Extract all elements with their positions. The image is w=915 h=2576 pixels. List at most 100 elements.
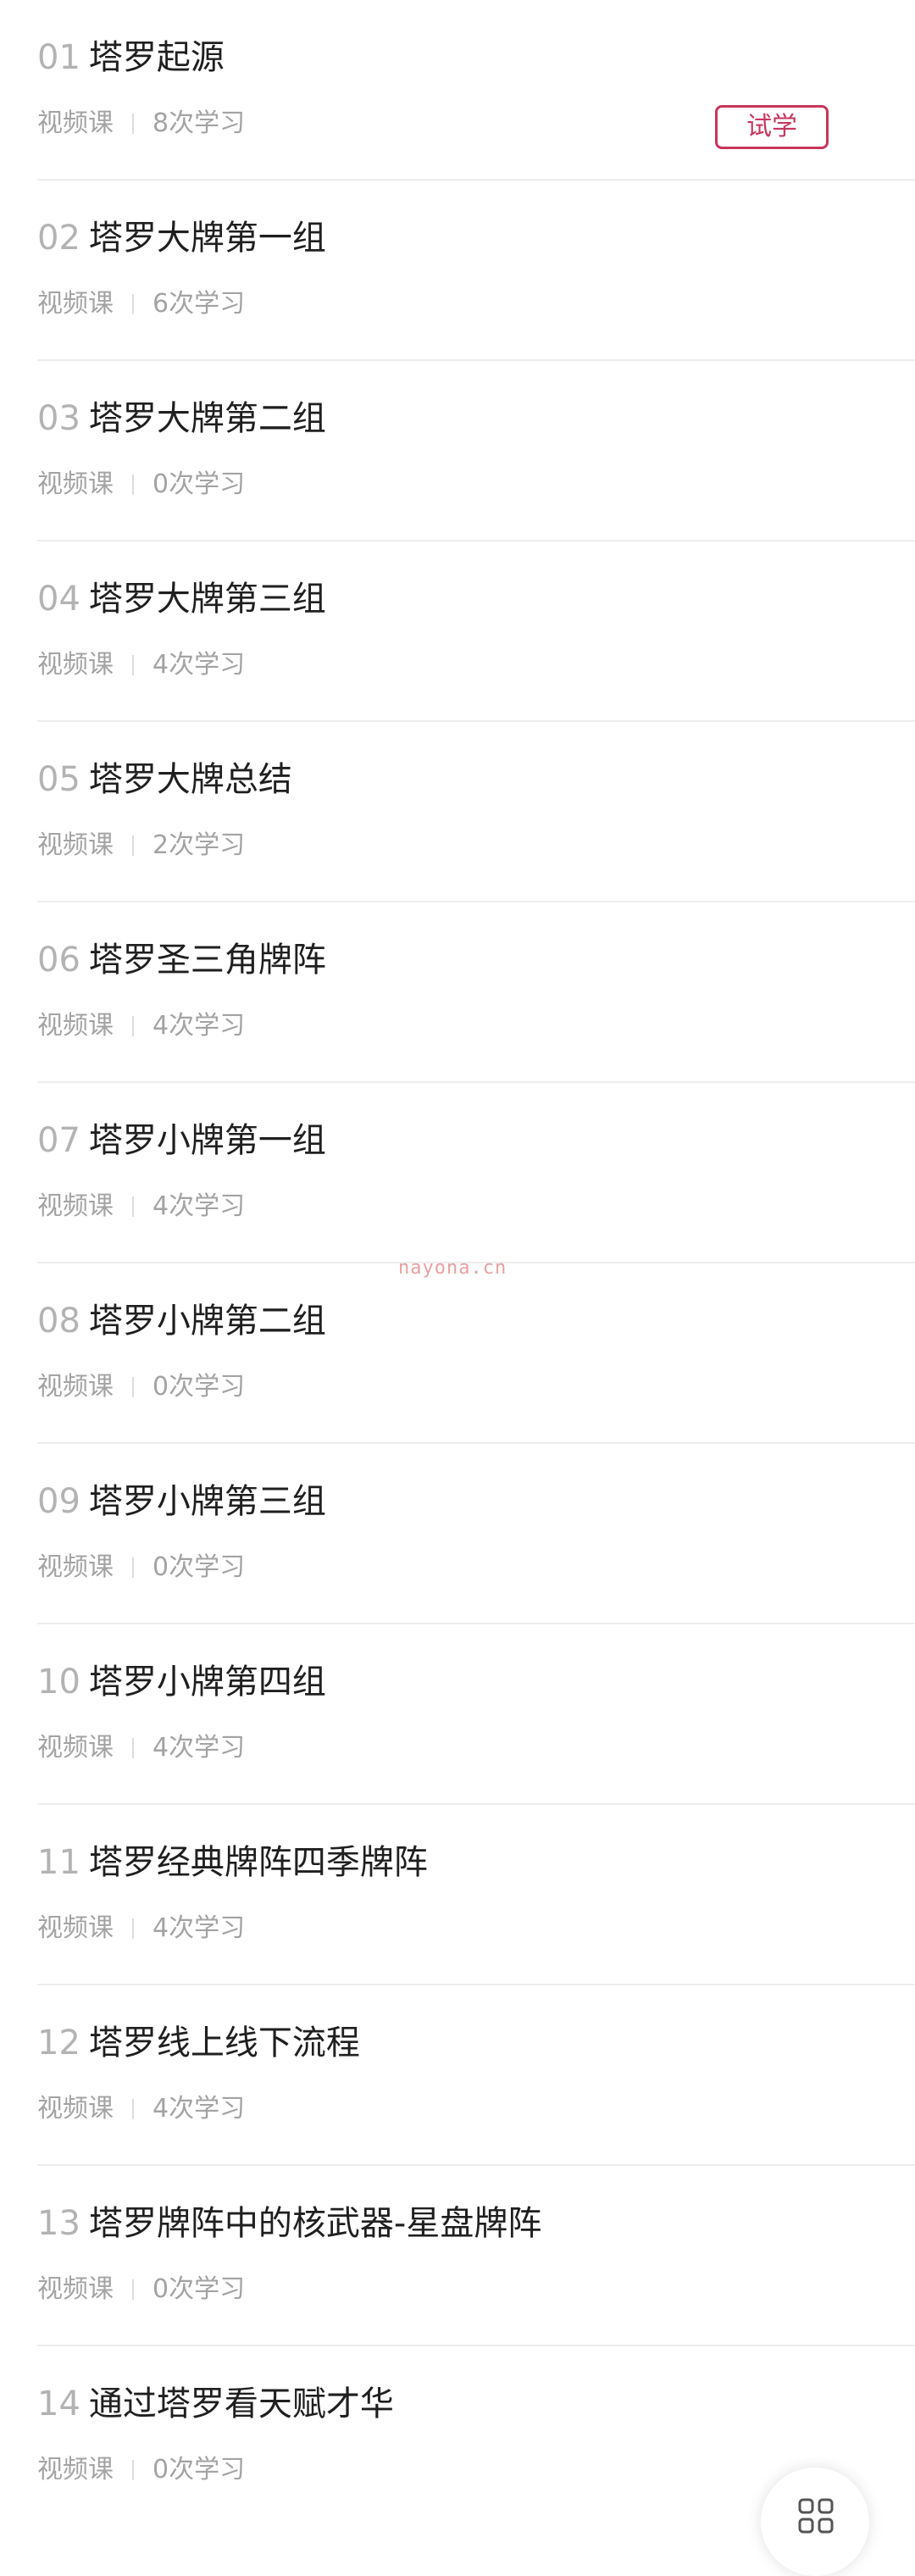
lesson-number: 08 [37,1302,80,1341]
lesson-item-01[interactable]: 01 塔罗起源 视频课 8次学习 试学 [0,0,915,180]
lesson-number: 02 [37,219,80,258]
lesson-views: 2次学习 [152,830,246,860]
lesson-type: 视频课 [37,1372,114,1402]
lesson-item-10[interactable]: 10 塔罗小牌第四组 视频课 4次学习 [0,1624,915,1805]
lesson-number: 04 [37,580,80,619]
lesson-number: 03 [37,399,80,438]
lesson-name: 塔罗大牌第一组 [88,219,326,258]
lesson-item-07[interactable]: 07 塔罗小牌第一组 视频课 4次学习 [0,1083,915,1263]
trial-button[interactable]: 试学 [715,105,829,149]
lesson-item-06[interactable]: 06 塔罗圣三角牌阵 视频课 4次学习 [0,902,915,1083]
lesson-views: 0次学习 [152,1552,246,1582]
lesson-type: 视频课 [37,1733,114,1763]
lesson-meta: 视频课 0次学习 [37,1370,245,1404]
lesson-type: 视频课 [37,2455,114,2484]
lesson-number: 11 [37,1843,80,1882]
meta-separator [132,1557,134,1578]
grid-menu-button[interactable] [761,2468,869,2576]
lesson-type: 视频课 [37,650,114,680]
lesson-name: 塔罗小牌第三组 [88,1482,326,1521]
lesson-views: 4次学习 [152,1191,246,1221]
lesson-title: 11 塔罗经典牌阵四季牌阵 [37,1840,428,1885]
meta-separator [132,2279,134,2300]
lesson-title: 06 塔罗圣三角牌阵 [37,938,326,982]
meta-separator [132,1918,134,1939]
lesson-item-03[interactable]: 03 塔罗大牌第二组 视频课 0次学习 [0,361,915,541]
lesson-title: 05 塔罗大牌总结 [37,758,292,802]
lesson-item-04[interactable]: 04 塔罗大牌第三组 视频课 4次学习 [0,541,915,722]
lesson-name: 塔罗牌阵中的核武器-星盘牌阵 [88,2204,542,2243]
lesson-type: 视频课 [37,469,114,499]
lesson-meta: 视频课 4次学习 [37,648,245,682]
lesson-item-08[interactable]: 08 塔罗小牌第二组 视频课 0次学习 [0,1263,915,1444]
meta-separator [132,1377,134,1397]
lesson-number: 01 [37,38,80,77]
lesson-number: 06 [37,941,80,980]
lesson-meta: 视频课 0次学习 [37,468,245,502]
lesson-views: 4次学习 [152,2094,246,2124]
lesson-name: 塔罗小牌第四组 [88,1663,326,1702]
lesson-title: 01 塔罗起源 [37,36,225,80]
grid-icon [798,2498,834,2534]
meta-separator [132,114,134,134]
lesson-title: 03 塔罗大牌第二组 [37,397,326,441]
lesson-views: 6次学习 [152,289,246,319]
lesson-views: 4次学习 [152,650,246,680]
lesson-views: 4次学习 [152,1011,246,1041]
meta-separator [132,2099,134,2119]
meta-separator [132,655,134,675]
lesson-type: 视频课 [37,1191,114,1221]
meta-separator [132,475,134,495]
lesson-type: 视频课 [37,1913,114,1943]
meta-separator [132,836,134,856]
watermark-text: nayona.cn [398,1257,507,1279]
lesson-name: 塔罗大牌总结 [88,760,292,799]
lesson-meta: 视频课 2次学习 [37,829,245,863]
lesson-title: 08 塔罗小牌第二组 [37,1299,326,1343]
lesson-meta: 视频课 0次学习 [37,2273,245,2307]
lesson-title: 02 塔罗大牌第一组 [37,216,326,260]
lesson-meta: 视频课 6次学习 [37,287,245,321]
lesson-type: 视频课 [37,2094,114,2124]
lesson-views: 0次学习 [152,2455,246,2484]
lesson-views: 0次学习 [152,1372,246,1402]
lesson-meta: 视频课 4次学习 [37,1912,245,1946]
lesson-number: 13 [37,2204,80,2243]
lesson-meta: 视频课 0次学习 [37,2453,245,2487]
lesson-name: 通过塔罗看天赋才华 [88,2384,394,2423]
lesson-number: 07 [37,1121,80,1160]
lesson-meta: 视频课 4次学习 [37,1009,245,1043]
lesson-title: 12 塔罗线上线下流程 [37,2021,360,2065]
lesson-type: 视频课 [37,830,114,860]
lesson-title: 10 塔罗小牌第四组 [37,1660,326,1704]
lesson-meta: 视频课 4次学习 [37,1190,245,1224]
lesson-item-11[interactable]: 11 塔罗经典牌阵四季牌阵 视频课 4次学习 [0,1805,915,1985]
lesson-name: 塔罗线上线下流程 [88,2024,360,2062]
lesson-number: 14 [37,2384,80,2423]
lesson-item-13[interactable]: 13 塔罗牌阵中的核武器-星盘牌阵 视频课 0次学习 [0,2166,915,2346]
lesson-name: 塔罗小牌第二组 [88,1302,326,1341]
lesson-item-12[interactable]: 12 塔罗线上线下流程 视频课 4次学习 [0,1985,915,2166]
lesson-type: 视频课 [37,1552,114,1582]
lesson-title: 04 塔罗大牌第三组 [37,577,326,621]
lesson-title: 09 塔罗小牌第三组 [37,1480,326,1524]
lesson-name: 塔罗大牌第三组 [88,580,326,619]
lesson-type: 视频课 [37,2274,114,2304]
lesson-views: 0次学习 [152,2274,246,2304]
lesson-name: 塔罗经典牌阵四季牌阵 [88,1843,428,1882]
lesson-name: 塔罗起源 [88,38,225,77]
lesson-views: 0次学习 [152,469,246,499]
lesson-number: 10 [37,1663,80,1702]
lesson-number: 09 [37,1482,80,1521]
lesson-meta: 视频课 0次学习 [37,1551,245,1585]
meta-separator [132,1738,134,1758]
lesson-item-09[interactable]: 09 塔罗小牌第三组 视频课 0次学习 [0,1444,915,1624]
lesson-item-02[interactable]: 02 塔罗大牌第一组 视频课 6次学习 [0,180,915,361]
meta-separator [132,294,134,314]
lesson-type: 视频课 [37,1011,114,1041]
lesson-meta: 视频课 4次学习 [37,1731,245,1765]
lesson-type: 视频课 [37,108,114,138]
lesson-name: 塔罗大牌第二组 [88,399,326,438]
lesson-item-05[interactable]: 05 塔罗大牌总结 视频课 2次学习 [0,722,915,902]
lesson-name: 塔罗圣三角牌阵 [88,941,326,980]
